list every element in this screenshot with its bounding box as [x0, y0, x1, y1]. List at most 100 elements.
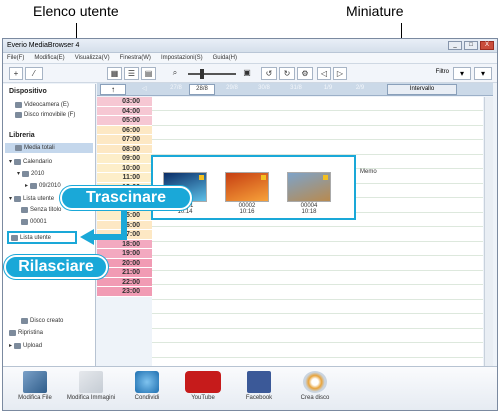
sidebar-item-label: Lista utente: [23, 195, 55, 202]
menu-bar: File(F) Modifica(E) Visualizza(V) Finest…: [3, 53, 497, 64]
date-cell[interactable]: 1/9: [317, 85, 339, 91]
time-label: 10:00: [97, 163, 152, 173]
sidebar-item-calendar[interactable]: ▾ Calendario: [9, 158, 52, 165]
sidebar-item-label: Lista utente: [20, 235, 52, 241]
remove-button[interactable]: ⁄: [25, 67, 43, 80]
sidebar-item-user-list[interactable]: ▾ Lista utente: [9, 195, 54, 202]
youtube-button[interactable]: YouTube: [177, 371, 229, 409]
date-cell[interactable]: 27/8: [165, 85, 187, 91]
minimize-button[interactable]: _: [448, 41, 462, 50]
filter-options-button[interactable]: ▾: [474, 67, 492, 80]
grid-line: [152, 342, 483, 343]
bottom-button-label: Modifica File: [18, 395, 52, 401]
facebook-button[interactable]: Facebook: [233, 371, 285, 409]
zoom-slider-knob[interactable]: [200, 69, 204, 79]
zoom-slider-track[interactable]: [188, 73, 236, 75]
drag-arrow-horizontal: [92, 234, 127, 240]
sidebar-item-label: Disco rimovibile (F): [24, 112, 76, 118]
menu-file[interactable]: File(F): [7, 53, 24, 63]
library-heading: Libreria: [9, 132, 35, 139]
sidebar-item-00001[interactable]: 00001: [21, 219, 47, 225]
range-button[interactable]: Intervallo: [387, 84, 457, 95]
menu-settings[interactable]: Impostazioni(S): [161, 53, 203, 63]
thumbnail-time: 10:18: [301, 209, 317, 215]
sidebar-item-label: 2010: [31, 170, 45, 177]
sidebar-item-upload[interactable]: ▸ Upload: [9, 342, 42, 349]
prev-button[interactable]: ◁: [317, 67, 331, 80]
sidebar-item-label: Media totali: [24, 145, 55, 151]
sidebar-item-label: Ripristina: [18, 330, 44, 336]
date-prev-arrow[interactable]: ◁: [142, 85, 147, 92]
menu-window[interactable]: Finestra(W): [120, 53, 151, 63]
edit-image-button[interactable]: Modifica Immagini: [65, 371, 117, 409]
rotate-left-button[interactable]: ↺: [261, 67, 277, 80]
sidebar-item-created-disc[interactable]: Disco creato: [21, 318, 63, 324]
sidebar-item-untitled[interactable]: Senza titolo: [21, 207, 61, 213]
date-cell[interactable]: 31/8: [285, 85, 307, 91]
grid-line: [152, 356, 483, 358]
time-label: 06:00: [97, 125, 152, 135]
filter-button[interactable]: ▾: [453, 67, 471, 80]
date-cell[interactable]: 2/9: [349, 85, 371, 91]
callout-thumbnails: Miniature: [346, 3, 404, 19]
sidebar-item-label: 09/2010: [39, 182, 61, 189]
filter-label: Filtro: [435, 69, 449, 75]
facebook-icon: [247, 371, 271, 393]
time-label: 08:00: [97, 144, 152, 154]
create-disc-button[interactable]: Crea disco: [289, 371, 341, 409]
close-button[interactable]: X: [480, 41, 494, 50]
edit-file-button[interactable]: Modifica File: [9, 371, 61, 409]
toolbar: + ⁄ ▦ ☰ ▤ ⌕ ▣ ↺ ↻ ⚙ ◁ ▷ Filtro ▾ ▾: [3, 64, 497, 83]
maximize-button[interactable]: □: [464, 41, 478, 50]
time-label: 19:00: [97, 249, 152, 259]
sidebar-item-all-media[interactable]: Media totali: [15, 145, 55, 151]
restore-icon: [9, 330, 16, 336]
window-title: Everio MediaBrowser 4: [7, 42, 80, 49]
disk-icon: [15, 112, 22, 118]
sidebar-item-label: Senza titolo: [30, 207, 62, 213]
date-cell-active[interactable]: 28/8: [189, 84, 215, 95]
sidebar-item-label: Calendario: [23, 158, 53, 165]
grid-line: [152, 269, 483, 271]
edit-file-icon: [23, 371, 47, 393]
drop-label-pill: Rilasciare: [4, 255, 108, 279]
sidebar-item-user-list-new[interactable]: Lista utente: [11, 235, 51, 241]
rotate-right-button[interactable]: ↻: [279, 67, 295, 80]
thumbnail-image[interactable]: [287, 172, 331, 202]
bottom-button-label: YouTube: [191, 395, 215, 401]
bottom-button-label: Condividi: [134, 395, 160, 401]
sidebar-item-restore[interactable]: Ripristina: [9, 330, 43, 336]
drop-target-user-list[interactable]: Lista utente: [7, 231, 77, 244]
share-button[interactable]: Condividi: [121, 371, 173, 409]
grid-line: [152, 255, 483, 256]
disc-icon: [21, 318, 28, 324]
grid-line: [152, 313, 483, 314]
timeline-scrollbar[interactable]: [484, 97, 493, 401]
sidebar-item-label: Videocamera (E): [24, 102, 69, 108]
edit-image-icon: [79, 371, 103, 393]
menu-edit[interactable]: Modifica(E): [34, 53, 64, 63]
sidebar-item-2010[interactable]: ▾ 2010: [17, 170, 44, 177]
sidebar-item-month[interactable]: ▸ 09/2010: [25, 182, 61, 189]
time-label: 22:00: [97, 277, 152, 287]
menu-view[interactable]: Visualizza(V): [75, 53, 110, 63]
sidebar-item-removable-disk[interactable]: Disco rimovibile (F): [15, 112, 75, 118]
thumbnail-image[interactable]: [225, 172, 269, 202]
grid-view-button[interactable]: ▦: [107, 67, 122, 80]
next-button[interactable]: ▷: [333, 67, 347, 80]
date-cell[interactable]: 29/8: [221, 85, 243, 91]
sidebar-item-camera[interactable]: Videocamera (E): [15, 102, 69, 108]
properties-button[interactable]: ⚙: [297, 67, 313, 80]
folder-icon: [21, 219, 28, 225]
bottom-button-label: Facebook: [245, 395, 273, 401]
up-button[interactable]: ↑: [100, 84, 126, 95]
media-icon: [15, 145, 22, 151]
date-cell[interactable]: 30/8: [253, 85, 275, 91]
list-view-button[interactable]: ☰: [124, 67, 139, 80]
add-button[interactable]: +: [9, 67, 23, 80]
grid-line: [152, 284, 483, 285]
memo-label: Memo: [360, 169, 377, 175]
sidebar-item-label: 00001: [30, 219, 47, 225]
menu-help[interactable]: Guida(H): [213, 53, 237, 63]
calendar-view-button[interactable]: ▤: [141, 67, 156, 80]
